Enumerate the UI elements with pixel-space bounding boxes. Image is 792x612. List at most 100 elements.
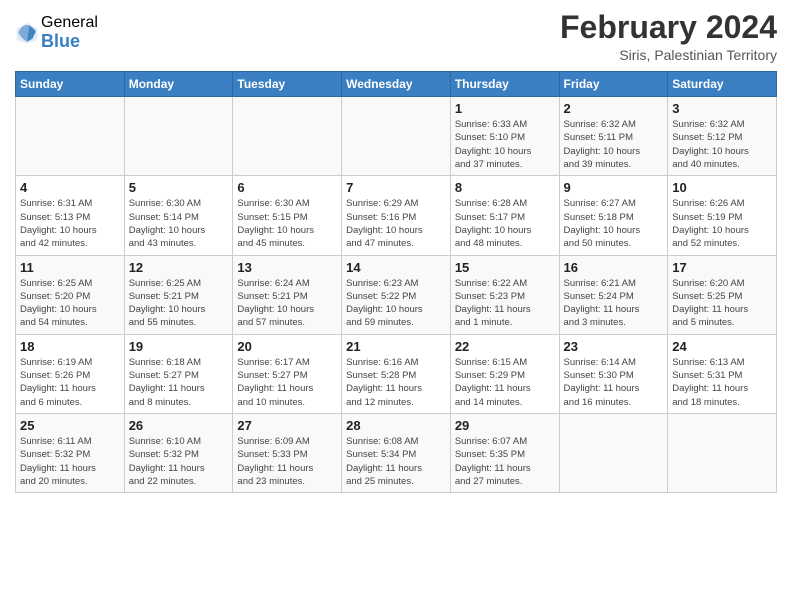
day-number: 6: [237, 180, 337, 195]
calendar-cell: 7 Sunrise: 6:29 AM Sunset: 5:16 PM Daylig…: [342, 176, 451, 255]
calendar-cell: 24Sunrise: 6:13 AM Sunset: 5:31 PM Dayli…: [668, 334, 777, 413]
day-info: Sunrise: 6:30 AM Sunset: 5:15 PM Dayligh…: [237, 197, 337, 250]
calendar-cell: 15 Sunrise: 6:22 AM Sunset: 5:23 PM Dayli…: [450, 255, 559, 334]
day-number: 8: [455, 180, 555, 195]
day-info: Sunrise: 6:09 AM Sunset: 5:33 PM Dayligh…: [237, 435, 337, 488]
day-info: Sunrise: 6:23 AM Sunset: 5:22 PM Dayligh…: [346, 277, 446, 330]
calendar-cell: 18Sunrise: 6:19 AM Sunset: 5:26 PM Dayli…: [16, 334, 125, 413]
day-info: Sunrise: 6:24 AM Sunset: 5:21 PM Dayligh…: [237, 277, 337, 330]
week-row-5: 25Sunrise: 6:11 AM Sunset: 5:32 PM Dayli…: [16, 413, 777, 492]
day-number: 26: [129, 418, 229, 433]
day-info: Sunrise: 6:27 AM Sunset: 5:18 PM Dayligh…: [564, 197, 664, 250]
week-row-1: 1 Sunrise: 6:33 AM Sunset: 5:10 PM Daylig…: [16, 97, 777, 176]
calendar-cell: 12Sunrise: 6:25 AM Sunset: 5:21 PM Dayli…: [124, 255, 233, 334]
calendar-cell: 4 Sunrise: 6:31 AM Sunset: 5:13 PM Daylig…: [16, 176, 125, 255]
logo-blue: Blue: [41, 32, 98, 52]
calendar-cell: 14 Sunrise: 6:23 AM Sunset: 5:22 PM Dayli…: [342, 255, 451, 334]
col-header-sunday: Sunday: [16, 72, 125, 97]
day-number: 1: [455, 101, 555, 116]
page-container: General Blue February 2024 Siris, Palest…: [0, 0, 792, 503]
day-number: 23: [564, 339, 664, 354]
calendar-cell: 27 Sunrise: 6:09 AM Sunset: 5:33 PM Dayli…: [233, 413, 342, 492]
day-info: Sunrise: 6:17 AM Sunset: 5:27 PM Dayligh…: [237, 356, 337, 409]
logo-icon: [15, 21, 39, 45]
title-area: February 2024 Siris, Palestinian Territo…: [560, 10, 777, 63]
day-info: Sunrise: 6:13 AM Sunset: 5:31 PM Dayligh…: [672, 356, 772, 409]
header-row: SundayMondayTuesdayWednesdayThursdayFrid…: [16, 72, 777, 97]
calendar-cell: 28 Sunrise: 6:08 AM Sunset: 5:34 PM Dayli…: [342, 413, 451, 492]
col-header-wednesday: Wednesday: [342, 72, 451, 97]
day-info: Sunrise: 6:29 AM Sunset: 5:16 PM Dayligh…: [346, 197, 446, 250]
day-number: 3: [672, 101, 772, 116]
day-info: Sunrise: 6:25 AM Sunset: 5:20 PM Dayligh…: [20, 277, 120, 330]
calendar-cell: 16 Sunrise: 6:21 AM Sunset: 5:24 PM Dayli…: [559, 255, 668, 334]
day-info: Sunrise: 6:31 AM Sunset: 5:13 PM Dayligh…: [20, 197, 120, 250]
col-header-friday: Friday: [559, 72, 668, 97]
header: General Blue February 2024 Siris, Palest…: [15, 10, 777, 63]
logo: General Blue: [15, 14, 98, 51]
day-number: 7: [346, 180, 446, 195]
calendar-cell: [233, 97, 342, 176]
calendar-cell: 22Sunrise: 6:15 AM Sunset: 5:29 PM Dayli…: [450, 334, 559, 413]
day-number: 9: [564, 180, 664, 195]
day-number: 4: [20, 180, 120, 195]
day-number: 29: [455, 418, 555, 433]
day-number: 10: [672, 180, 772, 195]
day-number: 21: [346, 339, 446, 354]
day-info: Sunrise: 6:18 AM Sunset: 5:27 PM Dayligh…: [129, 356, 229, 409]
calendar-cell: 29Sunrise: 6:07 AM Sunset: 5:35 PM Dayli…: [450, 413, 559, 492]
day-number: 16: [564, 260, 664, 275]
calendar-cell: 10 Sunrise: 6:26 AM Sunset: 5:19 PM Dayli…: [668, 176, 777, 255]
col-header-thursday: Thursday: [450, 72, 559, 97]
day-number: 15: [455, 260, 555, 275]
col-header-saturday: Saturday: [668, 72, 777, 97]
day-number: 27: [237, 418, 337, 433]
calendar-cell: [559, 413, 668, 492]
day-number: 11: [20, 260, 120, 275]
day-info: Sunrise: 6:15 AM Sunset: 5:29 PM Dayligh…: [455, 356, 555, 409]
calendar-cell: 8Sunrise: 6:28 AM Sunset: 5:17 PM Daylig…: [450, 176, 559, 255]
calendar-cell: 5Sunrise: 6:30 AM Sunset: 5:14 PM Daylig…: [124, 176, 233, 255]
day-info: Sunrise: 6:16 AM Sunset: 5:28 PM Dayligh…: [346, 356, 446, 409]
day-info: Sunrise: 6:08 AM Sunset: 5:34 PM Dayligh…: [346, 435, 446, 488]
calendar-cell: 20 Sunrise: 6:17 AM Sunset: 5:27 PM Dayli…: [233, 334, 342, 413]
day-number: 17: [672, 260, 772, 275]
logo-general: General: [41, 14, 98, 32]
day-number: 14: [346, 260, 446, 275]
col-header-monday: Monday: [124, 72, 233, 97]
calendar-cell: [342, 97, 451, 176]
day-number: 18: [20, 339, 120, 354]
day-info: Sunrise: 6:21 AM Sunset: 5:24 PM Dayligh…: [564, 277, 664, 330]
calendar-cell: [16, 97, 125, 176]
week-row-4: 18Sunrise: 6:19 AM Sunset: 5:26 PM Dayli…: [16, 334, 777, 413]
day-info: Sunrise: 6:10 AM Sunset: 5:32 PM Dayligh…: [129, 435, 229, 488]
calendar-cell: 23 Sunrise: 6:14 AM Sunset: 5:30 PM Dayli…: [559, 334, 668, 413]
day-number: 5: [129, 180, 229, 195]
day-number: 20: [237, 339, 337, 354]
week-row-2: 4 Sunrise: 6:31 AM Sunset: 5:13 PM Daylig…: [16, 176, 777, 255]
calendar-cell: 1 Sunrise: 6:33 AM Sunset: 5:10 PM Daylig…: [450, 97, 559, 176]
day-info: Sunrise: 6:26 AM Sunset: 5:19 PM Dayligh…: [672, 197, 772, 250]
calendar-cell: 6 Sunrise: 6:30 AM Sunset: 5:15 PM Daylig…: [233, 176, 342, 255]
location: Siris, Palestinian Territory: [560, 47, 777, 63]
calendar-cell: [668, 413, 777, 492]
day-info: Sunrise: 6:25 AM Sunset: 5:21 PM Dayligh…: [129, 277, 229, 330]
calendar-cell: [124, 97, 233, 176]
month-title: February 2024: [560, 10, 777, 45]
day-number: 2: [564, 101, 664, 116]
day-number: 13: [237, 260, 337, 275]
day-info: Sunrise: 6:14 AM Sunset: 5:30 PM Dayligh…: [564, 356, 664, 409]
day-number: 25: [20, 418, 120, 433]
logo-text: General Blue: [41, 14, 98, 51]
day-info: Sunrise: 6:32 AM Sunset: 5:11 PM Dayligh…: [564, 118, 664, 171]
week-row-3: 11 Sunrise: 6:25 AM Sunset: 5:20 PM Dayli…: [16, 255, 777, 334]
day-info: Sunrise: 6:33 AM Sunset: 5:10 PM Dayligh…: [455, 118, 555, 171]
calendar-cell: 19 Sunrise: 6:18 AM Sunset: 5:27 PM Dayli…: [124, 334, 233, 413]
calendar-cell: 9 Sunrise: 6:27 AM Sunset: 5:18 PM Daylig…: [559, 176, 668, 255]
day-info: Sunrise: 6:32 AM Sunset: 5:12 PM Dayligh…: [672, 118, 772, 171]
day-number: 28: [346, 418, 446, 433]
calendar-cell: 11 Sunrise: 6:25 AM Sunset: 5:20 PM Dayli…: [16, 255, 125, 334]
day-number: 19: [129, 339, 229, 354]
day-info: Sunrise: 6:22 AM Sunset: 5:23 PM Dayligh…: [455, 277, 555, 330]
calendar-cell: 25Sunrise: 6:11 AM Sunset: 5:32 PM Dayli…: [16, 413, 125, 492]
